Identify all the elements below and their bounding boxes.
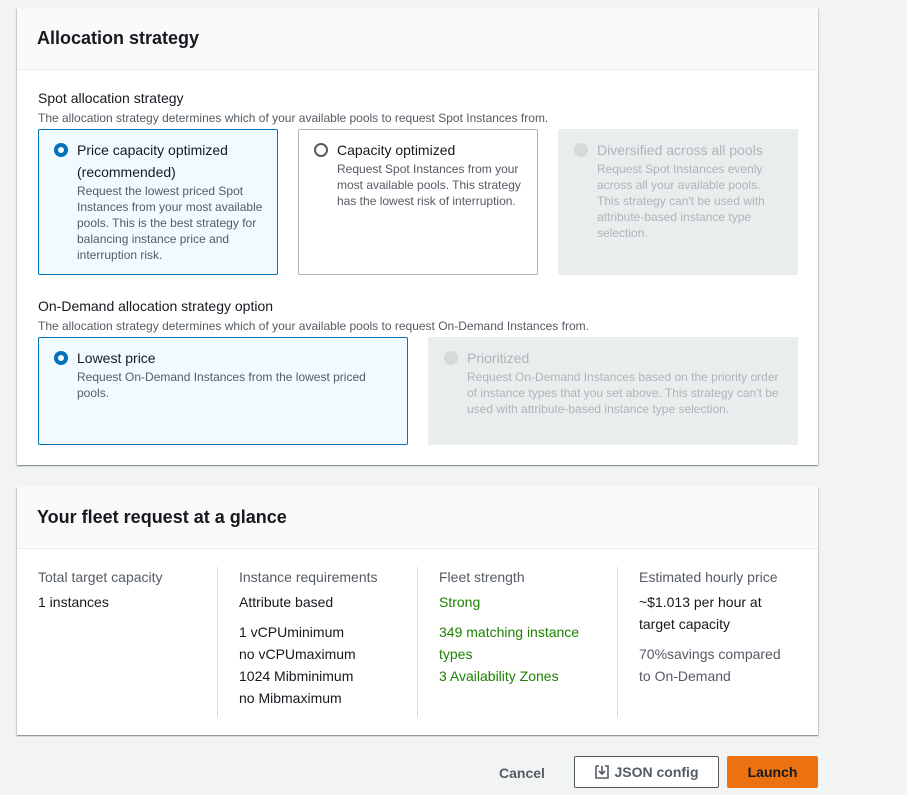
option-description: Request On-Demand Instances from the low… — [77, 370, 366, 400]
option-title: Diversified across all pools — [597, 142, 763, 158]
radio-disabled-icon — [574, 143, 588, 157]
total-capacity-value: 1 instances — [38, 594, 109, 610]
savings-text: 70%savings compared to On-Demand — [639, 646, 781, 684]
spot-allocation-label: Spot allocation strategy — [38, 90, 184, 106]
spot-option-capacity-optimized[interactable]: Capacity optimized Request Spot Instance… — [298, 129, 538, 275]
json-config-label: JSON config — [614, 764, 699, 780]
json-config-button[interactable]: JSON config — [574, 756, 719, 788]
option-description: Request On-Demand Instances based on the… — [467, 370, 779, 416]
total-capacity-label: Total target capacity — [38, 569, 163, 585]
option-description: Request the lowest priced Spot Instances… — [77, 184, 263, 262]
radio-disabled-icon — [444, 351, 458, 365]
allocation-strategy-header: Allocation strategy — [17, 8, 818, 70]
option-description: Request Spot Instances evenly across all… — [597, 162, 765, 240]
fleet-strength-label: Fleet strength — [439, 569, 525, 585]
option-title: Capacity optimized — [337, 142, 456, 158]
launch-button[interactable]: Launch — [727, 756, 818, 788]
radio-unselected-icon[interactable] — [314, 143, 328, 157]
option-title: Lowest price — [77, 350, 156, 366]
matching-instance-types: 349 matching instance types — [439, 624, 580, 662]
instance-requirements-value: Attribute based — [239, 594, 334, 610]
radio-selected-icon[interactable] — [54, 351, 68, 365]
fleet-summary-header: Your fleet request at a glance — [17, 487, 818, 549]
cancel-button[interactable]: Cancel — [490, 757, 554, 789]
instance-requirements-label: Instance requirements — [239, 569, 378, 585]
total-capacity-column: Total target capacity 1 instances — [17, 567, 217, 717]
radio-selected-icon[interactable] — [54, 143, 68, 157]
availability-zones: 3 Availability Zones — [439, 668, 559, 684]
spot-allocation-description: The allocation strategy determines which… — [38, 111, 549, 125]
ondemand-option-prioritized: Prioritized Request On-Demand Instances … — [428, 337, 798, 445]
spot-option-price-capacity-optimized[interactable]: Price capacity optimized (recommended) R… — [38, 129, 278, 275]
requirements-vcpu-max: no vCPUmaximum — [239, 646, 356, 662]
allocation-strategy-panel: Allocation strategy Spot allocation stra… — [17, 8, 818, 465]
fleet-summary-panel: Your fleet request at a glance Total tar… — [17, 487, 818, 735]
estimated-price-column: Estimated hourly price ~$1.013 per hour … — [617, 567, 817, 717]
option-description: Request Spot Instances from your most av… — [337, 162, 521, 208]
ondemand-option-lowest-price[interactable]: Lowest price Request On-Demand Instances… — [38, 337, 408, 445]
instance-requirements-column: Instance requirements Attribute based 1 … — [217, 567, 417, 717]
estimated-price-label: Estimated hourly price — [639, 569, 778, 585]
fleet-strength-column: Fleet strength Strong 349 matching insta… — [417, 567, 617, 717]
spot-option-diversified: Diversified across all pools Request Spo… — [558, 129, 798, 275]
option-title: Prioritized — [467, 350, 530, 366]
estimated-price-value: ~$1.013 per hour at target capacity — [639, 594, 762, 632]
ondemand-allocation-label: On-Demand allocation strategy option — [38, 298, 274, 314]
requirements-memory-min: 1024 Mibminimum — [239, 668, 354, 684]
ondemand-allocation-description: The allocation strategy determines which… — [38, 319, 589, 333]
requirements-memory-max: no Mibmaximum — [239, 690, 342, 706]
fleet-strength-value: Strong — [439, 594, 481, 610]
option-title: Price capacity optimized (recommended) — [77, 142, 228, 180]
requirements-vcpu-min: 1 vCPUminimum — [239, 624, 345, 640]
export-icon — [595, 765, 610, 779]
